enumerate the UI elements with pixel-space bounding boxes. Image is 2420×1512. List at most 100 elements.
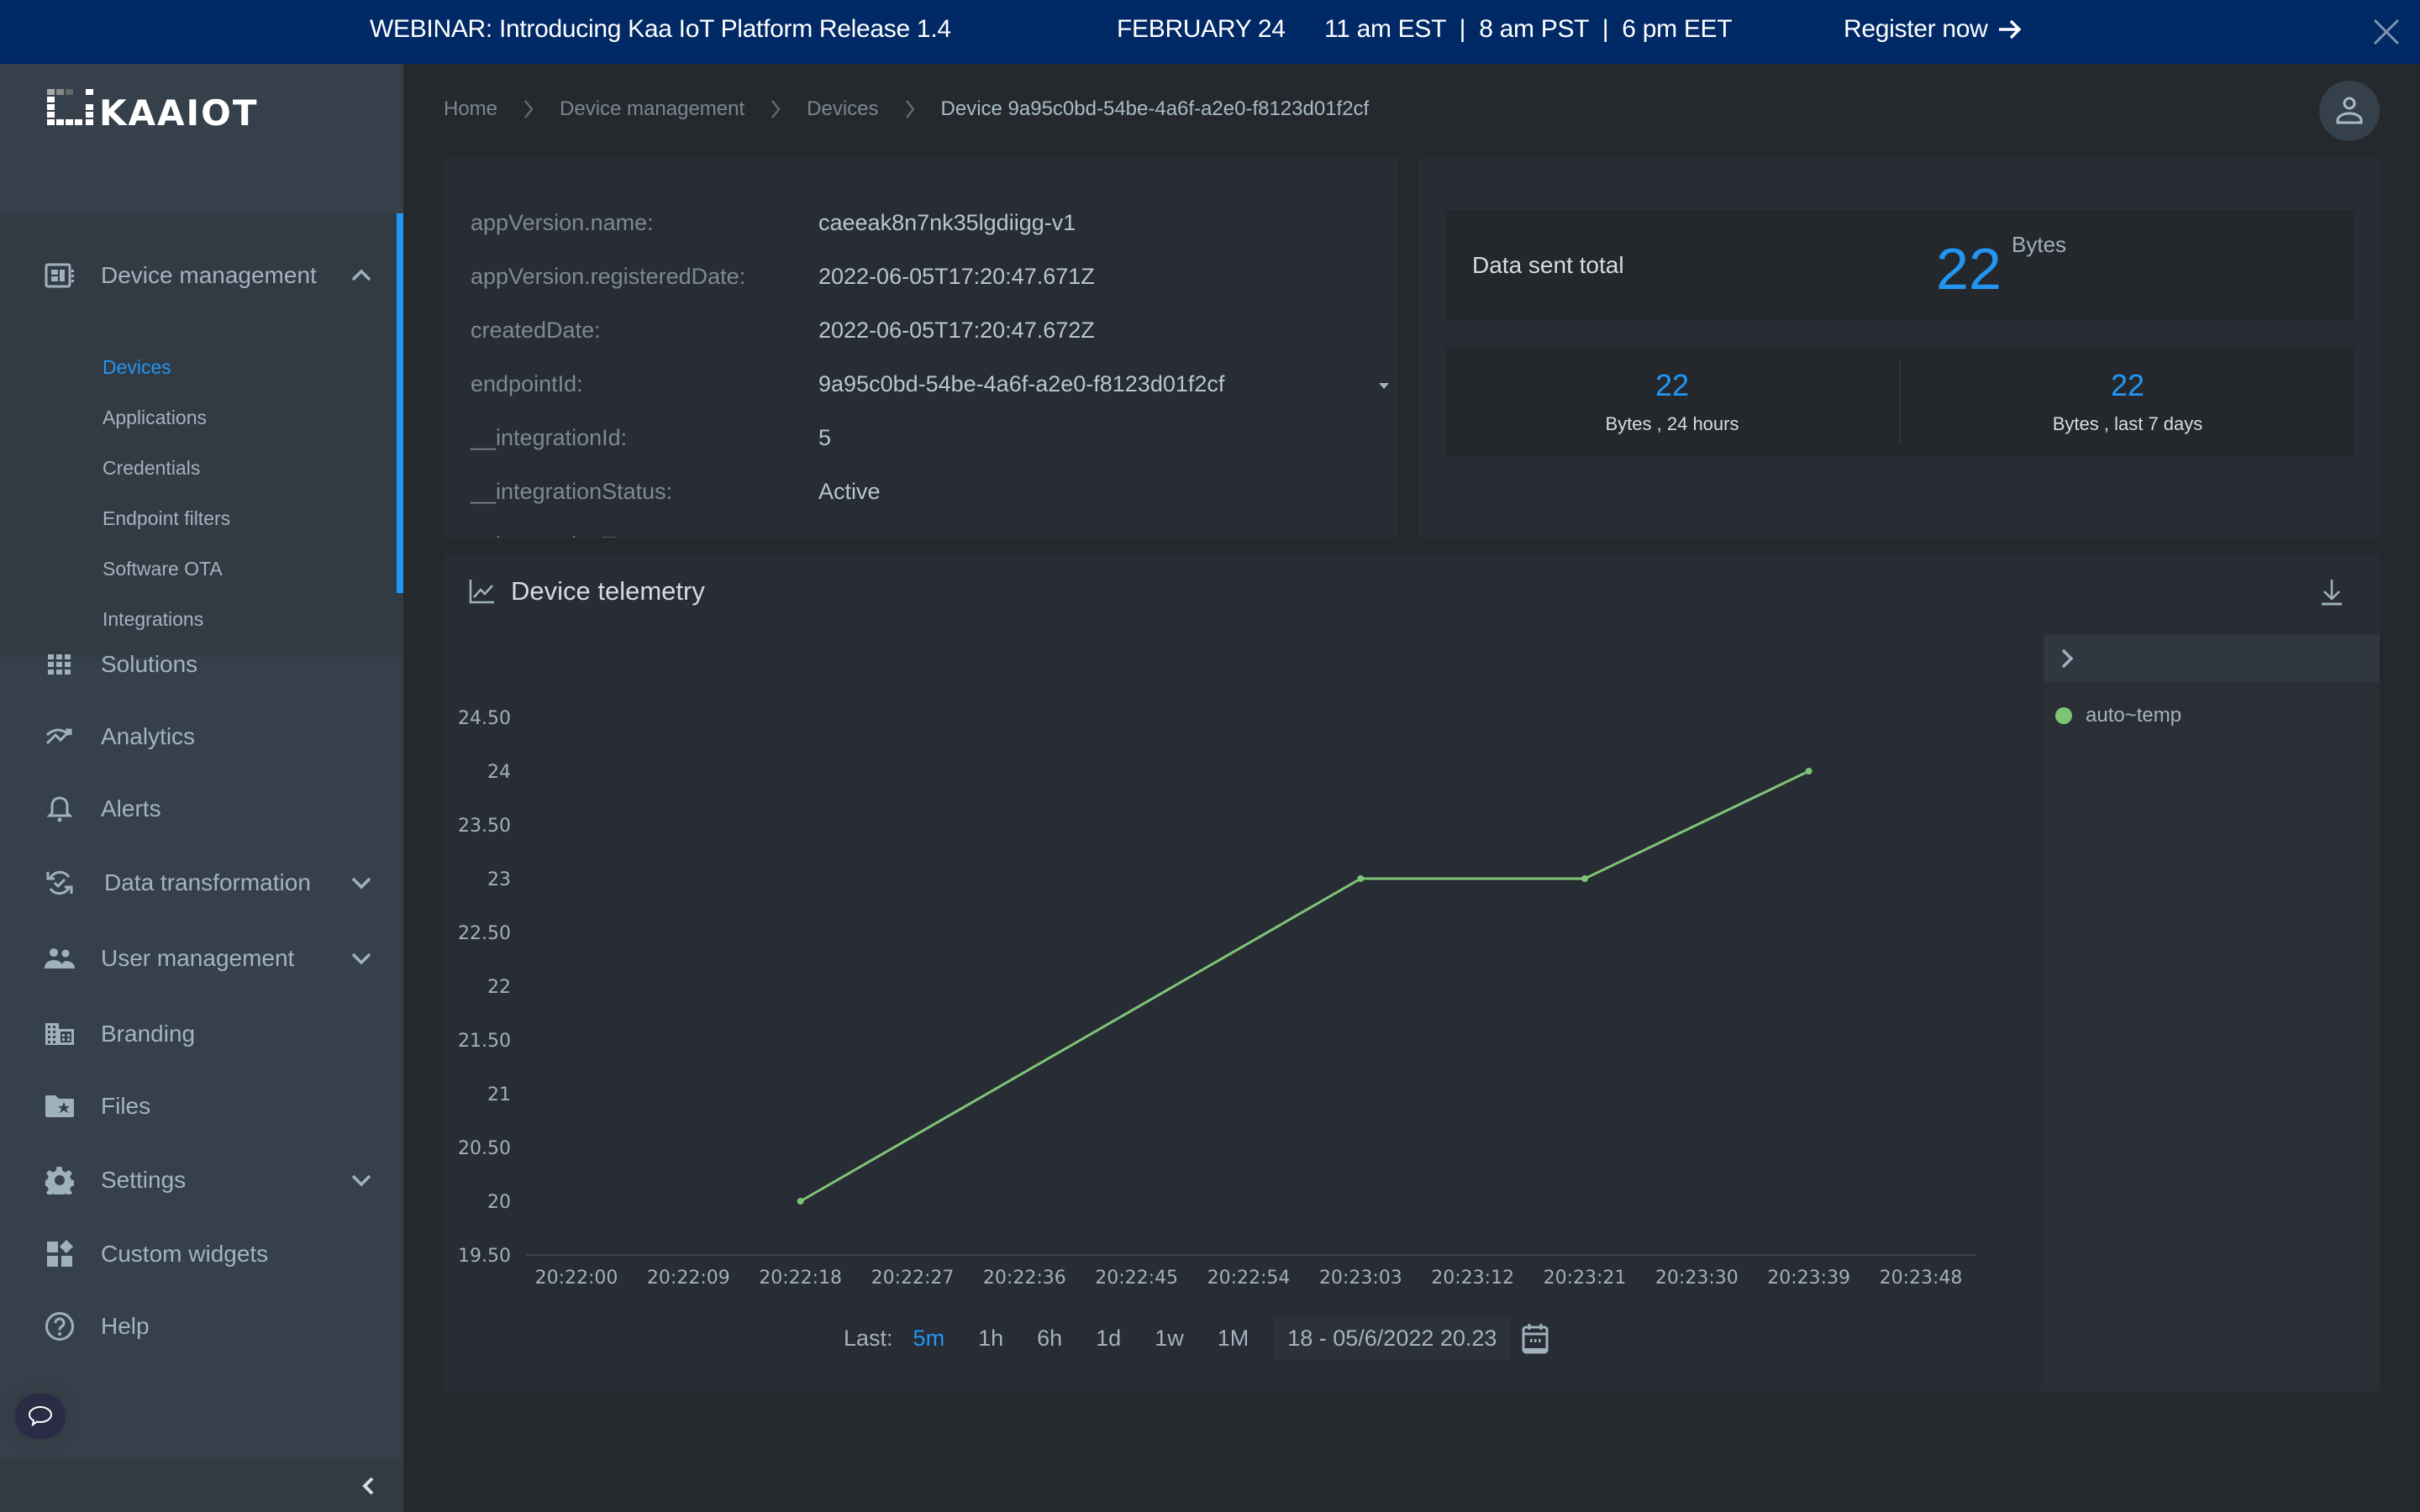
chevron-right-icon <box>771 100 781 118</box>
x-tick-label: 20:22:09 <box>647 1268 730 1289</box>
info-value: 9a95c0bd-54be-4a6f-a2e0-f8123d01f2cf <box>818 371 1225 396</box>
grid-icon <box>44 648 76 680</box>
device-telemetry-panel: Device telemetry 19.50 20 20.50 21 21.50 22 22… <box>444 554 2380 1392</box>
chat-button[interactable] <box>15 1394 66 1439</box>
data-point[interactable] <box>1805 768 1812 774</box>
sidebar-item-help[interactable]: Help <box>0 1293 395 1360</box>
stat-label: Bytes , 24 hours <box>1605 413 1739 434</box>
x-tick-label: 20:22:00 <box>535 1268 618 1289</box>
info-key: endpointId: <box>471 371 583 396</box>
sidebar-subitem-devices[interactable]: Devices <box>103 356 171 379</box>
breadcrumb-home[interactable]: Home <box>444 97 497 121</box>
sidebar-subitem-integrations[interactable]: Integrations <box>103 608 203 631</box>
sidebar-item-files[interactable]: Files <box>0 1073 395 1140</box>
y-tick-label: 21 <box>487 1084 511 1105</box>
y-tick-label: 19.50 <box>458 1246 511 1267</box>
sidebar-item-label: Files <box>101 1093 151 1119</box>
collapse-sidebar-icon[interactable] <box>358 1473 380 1499</box>
sidebar-subitem-endpoint-filters[interactable]: Endpoint filters <box>103 507 230 530</box>
x-tick-label: 20:22:27 <box>871 1268 955 1289</box>
download-icon[interactable] <box>2319 578 2344 606</box>
data-point[interactable] <box>797 1198 804 1205</box>
chevron-right-icon[interactable] <box>2055 647 2079 670</box>
close-banner-icon[interactable] <box>2371 17 2402 47</box>
kaaiot-logo[interactable]: KAAIOT <box>47 89 292 140</box>
sidebar-item-label: User management <box>101 945 295 971</box>
data-point[interactable] <box>1581 875 1588 882</box>
stat-7-days: 22 Bytes , last 7 days <box>1901 348 2354 457</box>
data-sent-total-label: Data sent total <box>1472 252 1624 278</box>
analytics-icon <box>44 721 76 753</box>
time-option-6h[interactable]: 6h <box>1037 1326 1062 1352</box>
x-tick-label: 20:23:30 <box>1655 1268 1739 1289</box>
series-line-auto-temp <box>799 769 1810 1203</box>
chevron-down-icon[interactable] <box>350 947 373 970</box>
info-row-created-date: createdDate: 2022-06-05T17:20:47.672Z <box>471 318 1395 351</box>
sidebar-item-user-management[interactable]: User management <box>0 925 395 992</box>
chevron-right-icon <box>524 100 534 118</box>
chevron-down-icon[interactable] <box>350 1168 373 1192</box>
y-tick-label: 22 <box>487 977 511 998</box>
sidebar-item-branding[interactable]: Branding <box>0 1000 395 1068</box>
x-tick-label: 20:22:36 <box>983 1268 1066 1289</box>
sidebar-item-solutions[interactable]: Solutions <box>0 631 395 698</box>
chevron-down-icon[interactable] <box>350 871 373 895</box>
legend-panel: auto~temp <box>2044 635 2380 1392</box>
info-value: caeeak8n7nk35lgdiigg-v1 <box>818 210 1076 235</box>
date-range-input[interactable]: 18 - 05/6/2022 20.23 <box>1274 1316 1511 1360</box>
chevron-up-icon[interactable] <box>350 264 373 287</box>
x-tick-label: 20:23:12 <box>1431 1268 1514 1289</box>
breadcrumb-devices[interactable]: Devices <box>807 97 878 121</box>
dropdown-caret-icon[interactable] <box>1376 380 1392 391</box>
sidebar-item-label: Branding <box>101 1021 196 1047</box>
calendar-icon[interactable] <box>1522 1322 1549 1354</box>
sidebar-item-settings[interactable]: Settings <box>0 1147 395 1214</box>
sidebar-item-custom-widgets[interactable]: Custom widgets <box>0 1221 395 1288</box>
sidebar-subitem-credentials[interactable]: Credentials <box>103 457 200 480</box>
sidebar-subitem-applications[interactable]: Applications <box>103 407 207 429</box>
time-option-1w[interactable]: 1w <box>1155 1326 1184 1352</box>
y-tick-label: 24 <box>487 762 511 783</box>
sidebar-item-alerts[interactable]: Alerts <box>0 775 395 843</box>
breadcrumb-device-management[interactable]: Device management <box>560 97 744 121</box>
telemetry-chart: 19.50 20 20.50 21 21.50 22 22.50 23 23.50 24 24.50… <box>458 708 1976 1289</box>
info-key: createdDate: <box>471 318 601 343</box>
info-key: appVersion.registeredDate: <box>471 264 746 289</box>
widgets-icon <box>44 1238 76 1270</box>
x-tick-label: 20:23:39 <box>1767 1268 1850 1289</box>
devices-icon <box>44 260 76 291</box>
data-point[interactable] <box>1357 875 1365 882</box>
x-tick-label: 20:22:18 <box>759 1268 842 1289</box>
x-tick-label: 20:23:03 <box>1319 1268 1402 1289</box>
chevron-right-icon <box>905 100 915 118</box>
sidebar-item-label: Analytics <box>101 723 196 749</box>
register-now-link[interactable]: Register now <box>1844 15 2023 44</box>
time-option-1M[interactable]: 1M <box>1218 1326 1249 1352</box>
sync-check-icon <box>44 867 76 899</box>
banner-times: 11 am EST | 8 am PST | 6 pm EET <box>1324 15 1733 43</box>
sidebar: KAAIOT Device management Devices Applica… <box>0 64 403 1512</box>
time-range-controls: Last: 5m 1h 6h 1d 1w 1M 18 - 05/6/2022 2… <box>844 1316 1549 1360</box>
sidebar-item-label: Data transformation <box>104 869 311 895</box>
y-tick-label: 20 <box>487 1192 511 1213</box>
stat-24-hours: 22 Bytes , 24 hours <box>1445 348 1899 457</box>
time-option-1h[interactable]: 1h <box>978 1326 1003 1352</box>
info-row-integration-status: __integrationStatus: Active <box>471 479 1395 512</box>
time-option-5m[interactable]: 5m <box>913 1326 945 1352</box>
data-sent-total-value: 22 <box>1936 236 2002 302</box>
sidebar-item-analytics[interactable]: Analytics <box>0 703 395 770</box>
legend-item-auto-temp[interactable]: auto~temp <box>2055 704 2181 727</box>
x-tick-label: 20:23:21 <box>1544 1268 1627 1289</box>
user-avatar-button[interactable] <box>2319 81 2380 141</box>
data-sent-total-unit: Bytes <box>2012 232 2067 257</box>
sidebar-item-device-management[interactable]: Device management <box>0 242 395 309</box>
sidebar-subitem-software-ota[interactable]: Software OTA <box>103 558 223 580</box>
time-option-1d[interactable]: 1d <box>1096 1326 1121 1352</box>
user-icon <box>2336 97 2363 124</box>
sidebar-item-label: Settings <box>101 1167 187 1193</box>
legend-header <box>2044 635 2380 682</box>
time-range-label: Last: <box>844 1325 893 1351</box>
stat-label: Bytes , last 7 days <box>2052 413 2203 434</box>
sidebar-item-data-transformation[interactable]: Data transformation <box>0 849 395 916</box>
webinar-banner: WEBINAR: Introducing Kaa IoT Platform Re… <box>0 0 2420 64</box>
